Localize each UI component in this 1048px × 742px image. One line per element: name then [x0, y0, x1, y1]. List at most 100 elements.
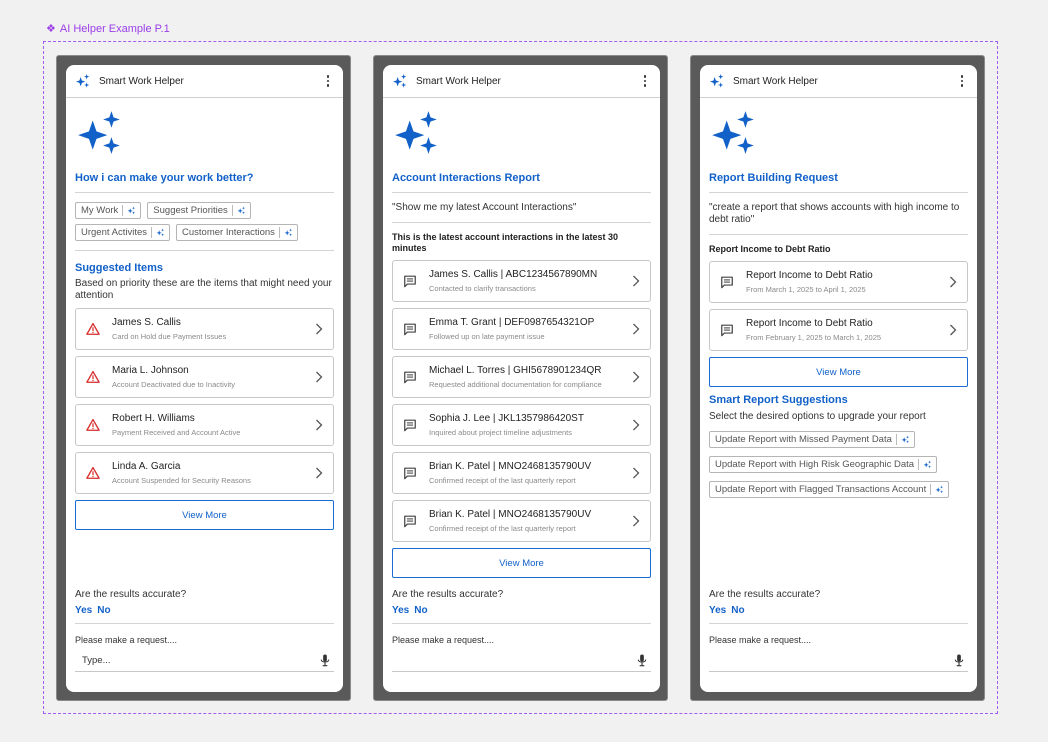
- item-name: Brian K. Patel | MNO2468135790UV: [429, 461, 592, 472]
- divider: [709, 623, 968, 624]
- message-icon: [720, 275, 734, 289]
- sparkle-icon: [901, 435, 910, 444]
- request-label: Please make a request....: [392, 635, 495, 645]
- item-name: Report Income to Debt Ratio: [746, 318, 873, 329]
- quick-action-chips: My Work Suggest Priorities Urgent Activi…: [75, 193, 334, 251]
- warning-icon: [86, 322, 100, 336]
- sparkle-logo-icon: [392, 73, 408, 89]
- item-detail: Contacted to clarify transactions: [429, 284, 536, 293]
- interaction-item[interactable]: Brian K. Patel | MNO2468135790UV Confirme…: [392, 452, 651, 494]
- item-name: Michael L. Torres | GHI5678901234QR: [429, 365, 602, 376]
- interaction-item[interactable]: Michael L. Torres | GHI5678901234QR Reque…: [392, 356, 651, 398]
- chip-my-work[interactable]: My Work: [75, 202, 142, 219]
- sparkle-icon: [923, 460, 932, 469]
- phone-screen-3: Smart Work Helper Report Building Reques…: [690, 55, 985, 701]
- item-detail: From March 1, 2025 to April 1, 2025: [746, 285, 866, 294]
- chip-customer-interactions[interactable]: Customer Interactions: [176, 224, 298, 241]
- view-more-button[interactable]: View More: [709, 357, 968, 387]
- chevron-right-icon: [315, 467, 323, 479]
- section-title: Report Building Request: [709, 172, 968, 193]
- item-detail: Inquired about project timeline adjustme…: [429, 428, 572, 437]
- feedback-footer: Are the results accurate? Yes No Please m…: [709, 589, 968, 672]
- no-button[interactable]: No: [414, 605, 427, 616]
- sparkle-icon: [237, 206, 246, 215]
- chip-flagged-transactions[interactable]: Update Report with Flagged Transactions …: [709, 481, 950, 498]
- more-options-icon[interactable]: [956, 75, 968, 87]
- item-detail: Requested additional documentation for c…: [429, 380, 602, 389]
- sparkle-icon: [156, 228, 165, 237]
- chip-urgent-activities[interactable]: Urgent Activites: [75, 224, 170, 241]
- accuracy-question: Are the results accurate?: [75, 589, 187, 600]
- helper-panel: Smart Work Helper Account Interactions R…: [383, 65, 660, 692]
- report-item[interactable]: Report Income to Debt Ratio From February…: [709, 309, 968, 351]
- warning-icon: [86, 370, 100, 384]
- section-title: How i can make your work better?: [75, 172, 334, 193]
- chevron-right-icon: [315, 419, 323, 431]
- sparkle-hero-icon: [709, 108, 759, 158]
- suggested-item[interactable]: James S. Callis Card on Hold due Payment …: [75, 308, 334, 350]
- chip-high-risk-geographic[interactable]: Update Report with High Risk Geographic …: [709, 456, 938, 473]
- item-name: Robert H. Williams: [112, 413, 195, 424]
- chip-suggest-priorities[interactable]: Suggest Priorities: [147, 202, 251, 219]
- user-query: "Show me my latest Account Interactions": [392, 193, 651, 223]
- chip-missed-payment[interactable]: Update Report with Missed Payment Data: [709, 431, 915, 448]
- warning-icon: [86, 466, 100, 480]
- interaction-item[interactable]: Brian K. Patel | MNO2468135790UV Confirme…: [392, 500, 651, 542]
- request-input-value: Type...: [82, 655, 111, 666]
- more-options-icon[interactable]: [639, 75, 651, 87]
- suggested-item[interactable]: Linda A. Garcia Account Suspended for Sec…: [75, 452, 334, 494]
- item-detail: Confirmed receipt of the last quarterly …: [429, 476, 576, 485]
- sparkle-icon: [127, 206, 136, 215]
- chevron-right-icon: [632, 371, 640, 383]
- chevron-right-icon: [632, 515, 640, 527]
- message-icon: [720, 323, 734, 337]
- request-input[interactable]: Type...: [75, 650, 334, 672]
- component-icon: ❖: [46, 23, 56, 35]
- suggested-item[interactable]: Maria L. Johnson Account Deactivated due …: [75, 356, 334, 398]
- divider: [392, 623, 651, 624]
- microphone-icon[interactable]: [637, 654, 647, 667]
- view-more-button[interactable]: View More: [75, 500, 334, 530]
- message-icon: [403, 322, 417, 336]
- app-title: Smart Work Helper: [733, 75, 818, 87]
- view-more-button[interactable]: View More: [392, 548, 651, 578]
- sparkle-hero-icon: [75, 108, 125, 158]
- item-name: Brian K. Patel | MNO2468135790UV: [429, 509, 592, 520]
- request-input[interactable]: [709, 650, 968, 672]
- message-icon: [403, 418, 417, 432]
- chevron-right-icon: [949, 324, 957, 336]
- request-input[interactable]: [392, 650, 651, 672]
- message-icon: [403, 274, 417, 288]
- chevron-right-icon: [632, 419, 640, 431]
- microphone-icon[interactable]: [320, 654, 330, 667]
- suggested-item[interactable]: Robert H. Williams Payment Received and A…: [75, 404, 334, 446]
- yes-button[interactable]: Yes: [392, 605, 409, 616]
- yes-button[interactable]: Yes: [75, 605, 92, 616]
- sparkle-logo-icon: [75, 73, 91, 89]
- yes-button[interactable]: Yes: [709, 605, 726, 616]
- item-name: Linda A. Garcia: [112, 461, 181, 472]
- interaction-item[interactable]: Emma T. Grant | DEF0987654321OP Followed …: [392, 308, 651, 350]
- accuracy-question: Are the results accurate?: [392, 589, 504, 600]
- frame-label: ❖ AI Helper Example P.1: [46, 22, 170, 36]
- suggestions-description: Select the desired options to upgrade yo…: [709, 411, 926, 422]
- app-header: Smart Work Helper: [383, 65, 660, 98]
- no-button[interactable]: No: [731, 605, 744, 616]
- item-detail: Confirmed receipt of the last quarterly …: [429, 524, 576, 533]
- interaction-item[interactable]: Sophia J. Lee | JKL1357986420ST Inquired …: [392, 404, 651, 446]
- suggestions-title: Smart Report Suggestions: [709, 394, 848, 406]
- more-options-icon[interactable]: [322, 75, 334, 87]
- sparkle-hero-icon: [392, 108, 442, 158]
- chevron-right-icon: [315, 323, 323, 335]
- feedback-footer: Are the results accurate? Yes No Please m…: [75, 589, 334, 672]
- user-query: "create a report that shows accounts wit…: [709, 193, 968, 235]
- sparkle-icon: [284, 228, 293, 237]
- no-button[interactable]: No: [97, 605, 110, 616]
- interaction-item[interactable]: James S. Callis | ABC1234567890MN Contact…: [392, 260, 651, 302]
- accuracy-question: Are the results accurate?: [709, 589, 821, 600]
- request-label: Please make a request....: [75, 635, 178, 645]
- microphone-icon[interactable]: [954, 654, 964, 667]
- phone-screen-1: Smart Work Helper How i can make your wo…: [56, 55, 351, 701]
- report-item[interactable]: Report Income to Debt Ratio From March 1,…: [709, 261, 968, 303]
- item-detail: Followed up on late payment issue: [429, 332, 545, 341]
